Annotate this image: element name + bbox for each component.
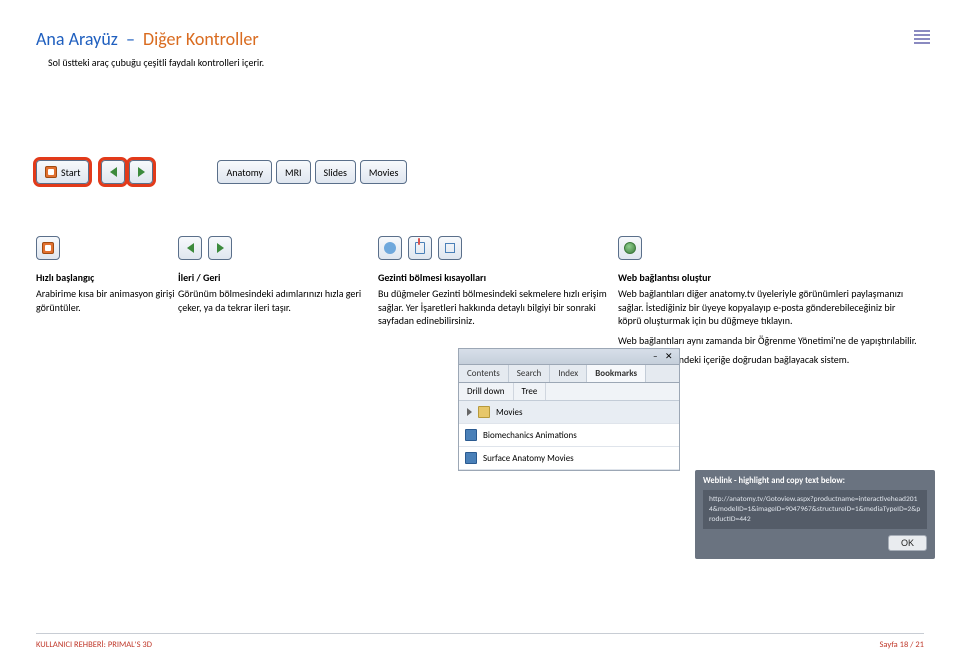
bookmark-item-bio[interactable]: Biomechanics Animations (459, 424, 679, 447)
arrow-right-icon (138, 167, 145, 177)
col2-heading: İleri / Geri (178, 271, 378, 284)
start-button[interactable]: Start (36, 160, 89, 184)
chevron-right-icon (467, 408, 472, 416)
folder-icon (478, 406, 490, 418)
panel-subtabs: Drill down Tree (459, 383, 679, 401)
bookmark-icon (415, 242, 425, 254)
panel-tabs: Contents Search Index Bookmarks (459, 365, 679, 383)
col3-body: Bu düğmeler Gezinti bölmesindeki sekmele… (378, 287, 618, 328)
arrow-right-icon (217, 243, 224, 253)
hamburger-icon[interactable] (914, 30, 930, 44)
slide-icon (465, 452, 477, 464)
forward-button-small[interactable] (208, 236, 232, 260)
col-quickstart: Hızlı başlangıç Arabirime kısa bir anima… (36, 235, 178, 373)
col4-body1: Web bağlantıları diğer anatomy.tv üyeler… (618, 287, 918, 328)
title-part2: Diğer Kontroller (143, 28, 259, 50)
footer-left: KULLANICI REHBERİ: PRIMAL'S 3D (36, 640, 152, 650)
tab-slides[interactable]: Slides (315, 160, 356, 184)
forward-button[interactable] (129, 160, 153, 184)
subtab-drilldown[interactable]: Drill down (459, 383, 514, 400)
minimize-icon[interactable]: ‒ (653, 351, 663, 361)
bookmarks-panel: ‒ ✕ Contents Search Index Bookmarks Dril… (458, 348, 680, 471)
tab-movies[interactable]: Movies (360, 160, 407, 184)
subtab-tree[interactable]: Tree (514, 383, 547, 400)
nav-shortcut-1[interactable] (378, 236, 402, 260)
arrow-left-icon (110, 167, 117, 177)
col3-heading: Gezinti bölmesi kısayolları (378, 271, 618, 284)
arrow-left-icon (187, 243, 194, 253)
start-label: Start (61, 166, 80, 179)
tab-anatomy[interactable]: Anatomy (217, 160, 272, 184)
panel-icon (445, 243, 455, 253)
tab-bookmarks[interactable]: Bookmarks (587, 365, 646, 382)
col-nav-steps: İleri / Geri Görünüm bölmesindeki adımla… (178, 235, 378, 373)
col1-heading: Hızlı başlangıç (36, 271, 178, 284)
weblink-url[interactable]: http://anatomy.tv/Gotoview.aspx?productn… (703, 490, 927, 529)
slides-icon (384, 242, 396, 254)
tab-contents[interactable]: Contents (459, 365, 509, 382)
title-dash: – (126, 28, 135, 50)
bookmark-item-surface[interactable]: Surface Anatomy Movies (459, 447, 679, 470)
nav-shortcut-2[interactable] (408, 236, 432, 260)
back-button[interactable] (101, 160, 125, 184)
col4-heading: Web bağlantısı oluştur (618, 271, 918, 284)
panel-titlebar: ‒ ✕ (459, 349, 679, 365)
tab-search[interactable]: Search (509, 365, 550, 382)
start-icon (45, 166, 57, 178)
nav-shortcut-3[interactable] (438, 236, 462, 260)
globe-icon (624, 242, 636, 254)
ok-button[interactable]: OK (888, 535, 927, 551)
bookmark-label: Movies (496, 407, 523, 418)
toolbar-screenshot: Start Anatomy MRI Slides Movies (36, 160, 411, 184)
weblink-button[interactable] (618, 236, 642, 260)
col1-body: Arabirime kısa bir animasyon girişi görü… (36, 287, 178, 314)
quickstart-button[interactable] (36, 236, 60, 260)
weblink-title: Weblink - highlight and copy text below: (703, 476, 927, 486)
col4-body2: Web bağlantıları aynı zamanda bir Öğrenm… (618, 334, 918, 348)
close-icon[interactable]: ✕ (665, 351, 675, 361)
quickstart-icon (42, 242, 54, 254)
back-button-small[interactable] (178, 236, 202, 260)
tab-index[interactable]: Index (550, 365, 587, 382)
tab-mri[interactable]: MRI (276, 160, 311, 184)
footer-right: Sayfa 18 / 21 (880, 640, 925, 650)
bookmark-folder-movies[interactable]: Movies (459, 401, 679, 424)
slide-icon (465, 429, 477, 441)
title-part1: Ana Arayüz (36, 28, 118, 50)
bookmark-label: Biomechanics Animations (483, 430, 577, 441)
weblink-dialog: Weblink - highlight and copy text below:… (695, 470, 935, 559)
page-title: Ana Arayüz – Diğer Kontroller (36, 28, 259, 50)
bookmark-label: Surface Anatomy Movies (483, 453, 574, 464)
intro-text: Sol üstteki araç çubuğu çeşitli faydalı … (48, 56, 264, 69)
col2-body: Görünüm bölmesindeki adımlarınızı hızla … (178, 287, 378, 314)
page-footer: KULLANICI REHBERİ: PRIMAL'S 3D Sayfa 18 … (36, 633, 924, 650)
